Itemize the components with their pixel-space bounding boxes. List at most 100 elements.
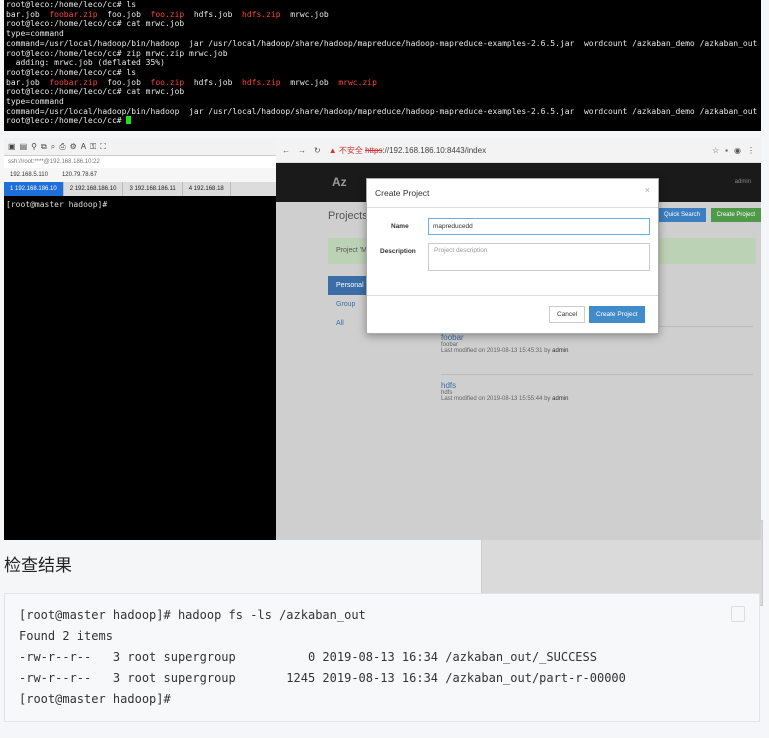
url-scheme: https — [365, 145, 383, 155]
azkaban-logo[interactable]: Az — [332, 175, 347, 189]
host-item[interactable]: 192.168.5.110 — [10, 172, 48, 178]
terminal-line: root@leco:/home/leco/cc# ls — [6, 0, 759, 10]
terminal-line: type=command — [6, 97, 759, 107]
zip-filename: foobar.zip — [49, 77, 98, 87]
code-block[interactable]: [root@master hadoop]# hadoop fs -ls /azk… — [4, 593, 760, 722]
terminal-text: type=command — [6, 29, 64, 39]
link-icon[interactable]: ⚲ — [31, 142, 37, 151]
close-icon[interactable]: × — [645, 185, 650, 195]
menu-icon[interactable]: ⋮ — [747, 146, 755, 155]
zip-filename: foo.zip — [150, 9, 185, 19]
url-text: ://192.168.186.10:8443/index — [382, 145, 487, 155]
terminal-line: type=command — [6, 29, 759, 39]
terminal-text: hdfs.job — [184, 9, 243, 19]
cursor-icon — [126, 116, 132, 125]
insecure-label: 不安全 — [338, 145, 363, 155]
extension-icon[interactable]: ▪ — [725, 146, 728, 155]
copy-icon[interactable]: ⧉ — [41, 142, 47, 152]
forward-icon[interactable]: → — [298, 146, 306, 155]
open-folder-icon[interactable]: ▤ — [20, 142, 28, 151]
project-name-link[interactable]: hdfs — [441, 381, 753, 390]
project-name-input[interactable]: mapreducedd — [428, 218, 650, 235]
back-icon[interactable]: ← — [282, 146, 290, 155]
reload-icon[interactable]: ↻ — [314, 146, 321, 155]
terminal-text: type=command — [6, 97, 64, 107]
star-icon[interactable]: ☆ — [712, 146, 719, 155]
modal-footer — [367, 295, 658, 296]
terminal-line: bar.job foobar.zip foo.job foo.zip hdfs.… — [6, 10, 759, 20]
ssh-client-window: ▣ ▤ ⚲ ⧉ ⌕ ⎙ ⚙ A ⚿ ⛶ ssh://root:****@192.… — [4, 138, 276, 540]
code-text: [root@master hadoop]# hadoop fs -ls /azk… — [19, 608, 626, 706]
project-modified: Last modified on 2019-08-13 15:45:31 by … — [441, 348, 569, 354]
terminal-text: mrwc.job — [280, 9, 329, 19]
ssh-address-bar[interactable]: ssh://root:****@192.168.186.10:22 — [4, 156, 276, 168]
section-heading: 检查结果 — [4, 556, 72, 576]
host-list: 192.168.5.110 120.79.78.67 — [4, 168, 276, 182]
project-modified: Last modified on 2019-08-13 15:55:44 by … — [441, 396, 569, 402]
copy-icon[interactable] — [731, 606, 745, 622]
user-menu[interactable]: admin — [735, 179, 751, 185]
terminal-line: root@leco:/home/leco/cc# zip mrwc.zip mr… — [6, 49, 759, 59]
settings-icon[interactable]: ⚙ — [70, 142, 77, 151]
ssh-terminal-prompt[interactable]: [root@master hadoop]# — [4, 196, 276, 213]
tab-session-3[interactable]: 3 192.168.186.11 — [123, 182, 183, 196]
terminal-line: command=/usr/local/hadoop/bin/hadoop jar… — [6, 39, 759, 49]
zip-filename: foobar.zip — [49, 9, 98, 19]
font-icon[interactable]: A — [81, 142, 86, 151]
terminal-line: root@leco:/home/leco/cc# cat mrwc.job — [6, 19, 759, 29]
url-bar[interactable]: ▲ 不安全 https://192.168.186.10:8443/index — [329, 145, 486, 156]
create-project-button[interactable]: Create Project — [710, 208, 761, 222]
project-item: hdfs hdfs Last modified on 2019-08-13 15… — [441, 374, 753, 402]
project-name-link[interactable]: foobar — [441, 333, 753, 342]
account-icon[interactable]: ◉ — [734, 146, 741, 155]
lock-icon[interactable]: ⚿ — [90, 142, 96, 152]
tab-session-1[interactable]: 1 192.168.186.10 — [4, 182, 64, 196]
terminal-line: bar.job foobar.zip foo.job foo.zip hdfs.… — [6, 78, 759, 88]
terminal-line: root@leco:/home/leco/cc# ls — [6, 68, 759, 78]
description-label: Description — [380, 248, 416, 255]
terminal-text: root@leco:/home/leco/cc# zip mrwc.zip mr… — [6, 48, 228, 58]
host-item[interactable]: 120.79.78.67 — [62, 172, 97, 178]
terminal-text: hdfs.job — [184, 77, 243, 87]
terminal-text: adding: mrwc.job (deflated 35%) — [6, 58, 165, 68]
terminal-text: mrwc.job — [280, 77, 339, 87]
terminal-line: root@leco:/home/leco/cc# cat mrwc.job — [6, 87, 759, 97]
terminal-text: bar.job — [6, 77, 50, 87]
browser-icons: ☆ ▪ ◉ ⋮ — [712, 146, 761, 155]
tab-session-2[interactable]: 2 192.168.186.10 — [64, 182, 124, 196]
terminal-line: command=/usr/local/hadoop/bin/hadoop jar… — [6, 107, 759, 117]
zip-filename: foo.zip — [150, 77, 185, 87]
print-icon[interactable]: ⎙ — [59, 142, 65, 152]
tab-session-4[interactable]: 4 192.168.18 — [183, 182, 231, 196]
ssh-toolbar: ▣ ▤ ⚲ ⧉ ⌕ ⎙ ⚙ A ⚿ ⛶ — [4, 138, 276, 156]
terminal-text: command=/usr/local/hadoop/bin/hadoop jar… — [6, 106, 758, 116]
terminal-line: adding: mrwc.job (deflated 35%) — [6, 58, 759, 68]
cancel-button[interactable]: Cancel — [549, 306, 586, 323]
page-title: Projects — [328, 210, 368, 222]
terminal-line: root@leco:/home/leco/cc# — [6, 116, 759, 126]
fullscreen-icon[interactable]: ⛶ — [100, 142, 106, 152]
search-icon[interactable]: ⌕ — [51, 142, 55, 152]
name-label: Name — [391, 223, 409, 230]
session-tabs: 1 192.168.186.10 2 192.168.186.10 3 192.… — [4, 182, 276, 196]
quick-search-button[interactable]: Quick Search — [657, 208, 706, 222]
new-session-icon[interactable]: ▣ — [8, 142, 16, 151]
zip-filename: mrwc.zip — [338, 77, 377, 87]
zip-filename: hdfs.zip — [242, 9, 281, 19]
modal-title: Create Project — [367, 179, 658, 208]
terminal-text: root@leco:/home/leco/cc# ls — [6, 0, 137, 9]
terminal-text: foo.job — [97, 9, 151, 19]
zip-filename: hdfs.zip — [242, 77, 281, 87]
terminal-text: root@leco:/home/leco/cc# — [6, 116, 127, 126]
terminal-text: bar.job — [6, 9, 50, 19]
project-description-input[interactable]: Project description — [428, 243, 650, 271]
browser-toolbar: ← → ↻ ▲ 不安全 https://192.168.186.10:8443/… — [276, 138, 761, 163]
create-project-submit-button[interactable]: Create Project — [589, 306, 645, 323]
warning-icon: ▲ — [328, 145, 337, 155]
terminal-text: foo.job — [97, 77, 151, 87]
terminal-output[interactable]: root@leco:/home/leco/cc# ls bar.job fooba… — [4, 0, 761, 131]
terminal-text: command=/usr/local/hadoop/bin/hadoop jar… — [6, 38, 758, 48]
terminal-text: root@leco:/home/leco/cc# cat mrwc.job — [6, 19, 185, 29]
create-project-modal: Create Project × Name mapreducedd Descri… — [366, 178, 659, 334]
terminal-text: root@leco:/home/leco/cc# cat mrwc.job — [6, 87, 185, 97]
